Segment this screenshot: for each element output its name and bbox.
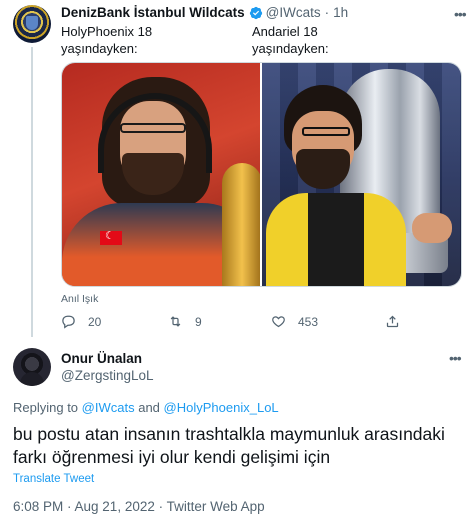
glasses-shape [302,127,350,136]
tweet-header: DenizBank İstanbul Wildcats @IWcats · 1h [61,5,348,20]
retweet-button[interactable]: 9 [168,314,202,329]
like-button[interactable]: 453 [271,314,318,329]
reply-count: 20 [88,314,102,329]
author-name[interactable]: DenizBank İstanbul Wildcats [61,5,245,20]
right-line-2: yaşındayken: [252,41,329,56]
hand-shape [412,213,452,243]
like-icon [272,316,285,328]
mention-link-iwcats[interactable]: @IWcats [82,400,135,415]
left-line-1: HolyPhoenix 18 [61,24,153,39]
left-line-2: yaşındayken: [61,41,138,56]
photo-left[interactable] [62,63,260,286]
more-icon[interactable]: ••• [449,350,462,366]
like-count: 453 [298,314,319,329]
glasses-shape [120,123,186,133]
text-column-left: HolyPhoenix 18 yaşındayken: [61,23,152,57]
mention-link-holyphoenix[interactable]: @HolyPhoenix_LoL [164,400,279,415]
replying-and: and [138,400,160,415]
author-handle[interactable]: @ZergstingLoL [61,368,154,383]
trophy-shape [222,163,260,286]
turkish-flag-icon [100,229,122,245]
retweet-icon [170,316,181,327]
right-line-1: Andariel 18 [252,24,318,39]
photo-right[interactable] [262,63,461,286]
author-name[interactable]: Onur Ünalan [61,351,142,366]
author-avatar-wildcats[interactable] [13,5,51,43]
photo-caption[interactable]: Anıl Işık [61,293,98,305]
team-logo-icon [26,16,38,30]
action-bar: 20 9 453 [61,314,401,332]
verified-icon [249,6,262,19]
author-avatar-onur[interactable] [13,348,51,386]
tweet-time[interactable]: 1h [333,5,348,20]
reply-button[interactable]: 20 [61,314,101,329]
tweet-parent[interactable]: DenizBank İstanbul Wildcats @IWcats · 1h… [0,0,474,337]
more-icon[interactable]: ••• [454,6,467,22]
author-handle[interactable]: @IWcats [266,5,321,20]
replying-prefix: Replying to [13,400,79,415]
share-icon [386,315,399,328]
retweet-count: 9 [195,314,202,329]
share-button[interactable] [385,314,412,329]
replying-to: Replying to @IWcats and @HolyPhoenix_LoL [13,400,279,415]
translate-tweet-link[interactable]: Translate Tweet [13,473,94,485]
thread-connector-line [31,47,33,337]
separator-dot: · [324,5,330,20]
jacket-shape [266,193,406,286]
media-grid[interactable] [61,62,462,287]
tweet-text: bu postu atan insanın trashtalkla maymun… [13,424,445,467]
tweet-timestamp-meta[interactable]: 6:08 PM · Aug 21, 2022 · Twitter Web App [13,499,265,514]
avatar-silhouette [20,372,44,386]
text-column-right: Andariel 18 yaşındayken: [252,23,329,57]
reply-icon [62,315,75,329]
